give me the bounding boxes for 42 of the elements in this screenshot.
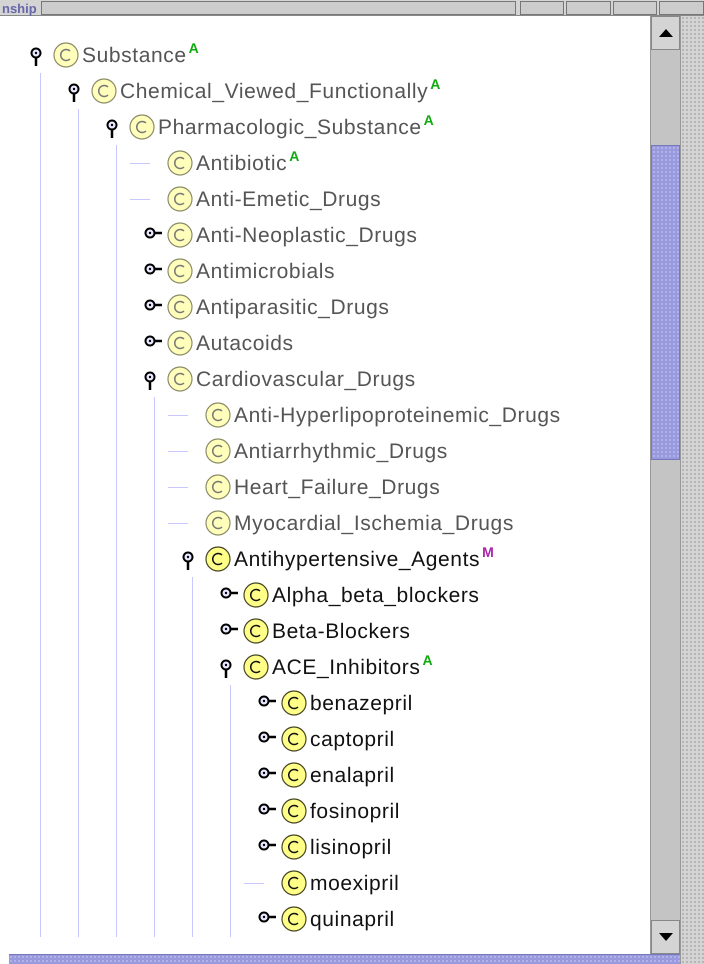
toolbar-button[interactable] [566, 1, 611, 15]
tree-item[interactable]: fosinopril [310, 800, 400, 822]
tree-item[interactable]: Antibiotic [196, 152, 288, 174]
tree-item[interactable]: Antiparasitic_Drugs [196, 296, 390, 318]
tree-item[interactable]: quinapril [310, 908, 395, 930]
toolbar-button[interactable] [520, 1, 564, 15]
tree-item[interactable]: Anti-Neoplastic_Drugs [196, 224, 418, 246]
tree-item[interactable]: Alpha_beta_blockers [272, 584, 480, 606]
tree-item[interactable]: Cardiovascular_Drugs [196, 368, 416, 390]
tree-item[interactable]: Antiarrhythmic_Drugs [234, 440, 448, 462]
tree-item[interactable]: Autacoids [196, 332, 294, 354]
section-label: nship [1, 2, 38, 15]
scroll-thumb[interactable] [651, 145, 680, 460]
annotation-mark-label: M [482, 545, 494, 559]
up-arrow-icon [658, 29, 672, 37]
tree-item[interactable]: Anti-Emetic_Drugs [196, 188, 382, 210]
annotation-mark-label: A [289, 149, 300, 163]
tree-item[interactable]: Anti-Hyperlipoproteinemic_Drugs [234, 404, 561, 426]
tree-item[interactable]: Myocardial_Ischemia_Drugs [234, 512, 514, 534]
tree-item[interactable]: Antihypertensive_Agents [234, 548, 480, 570]
tree-item[interactable]: Pharmacologic_Substance [158, 116, 422, 138]
tree-item[interactable]: Substance [82, 44, 187, 66]
scroll-up-button[interactable] [651, 16, 680, 50]
down-arrow-icon [658, 933, 672, 941]
tree-item[interactable]: Antimicrobials [196, 260, 336, 282]
annotation-mark-label: A [424, 113, 434, 127]
tree-item[interactable]: Heart_Failure_Drugs [234, 476, 440, 498]
scroll-down-button[interactable] [651, 920, 680, 954]
tree-item[interactable]: moexipril [310, 872, 400, 894]
vertical-scrollbar[interactable] [650, 16, 680, 954]
relationship-field[interactable] [40, 1, 516, 15]
tree-item[interactable]: benazepril [310, 692, 413, 714]
tree-item[interactable]: Beta-Blockers [272, 620, 411, 642]
annotation-mark-label: A [188, 41, 199, 55]
tree-item[interactable]: ACE_Inhibitors [272, 656, 420, 678]
horizontal-scrollbar[interactable] [9, 954, 680, 964]
annotation-mark-label: A [422, 653, 433, 667]
tree-item[interactable]: captopril [310, 728, 395, 750]
annotation-mark-label: A [430, 77, 440, 91]
tree-item[interactable]: lisinopril [310, 836, 392, 858]
tree-item[interactable]: enalapril [310, 764, 395, 786]
tree-item[interactable]: Chemical_Viewed_Functionally [120, 80, 428, 102]
